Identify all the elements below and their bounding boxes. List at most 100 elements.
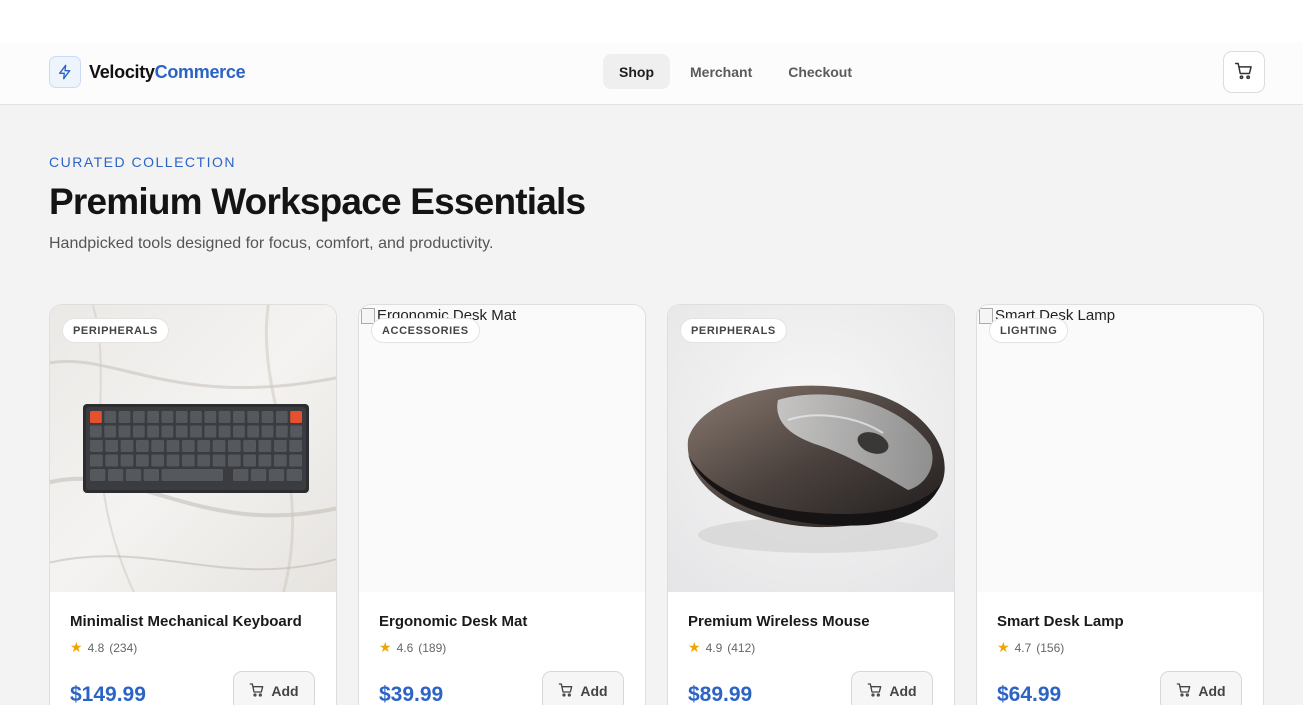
star-icon: ★ bbox=[70, 639, 83, 655]
brand-logo[interactable]: VelocityCommerce bbox=[49, 56, 246, 88]
product-image[interactable]: Smart Desk Lamp LIGHTING bbox=[977, 305, 1263, 592]
keyboard-key bbox=[273, 454, 287, 467]
review-count: (189) bbox=[418, 640, 447, 655]
review-count: (412) bbox=[727, 640, 756, 655]
brand-name-part1: Velocity bbox=[89, 61, 155, 82]
page-title: Premium Workspace Essentials bbox=[49, 181, 586, 222]
main-content: CURATED COLLECTION Premium Workspace Ess… bbox=[0, 105, 1303, 705]
category-badge: PERIPHERALS bbox=[680, 318, 787, 343]
keyboard-key bbox=[175, 411, 188, 423]
nav-checkout[interactable]: Checkout bbox=[772, 54, 868, 89]
review-count: (234) bbox=[109, 640, 138, 655]
keyboard-key bbox=[289, 454, 302, 467]
keyboard-key bbox=[212, 454, 226, 467]
add-button-label: Add bbox=[580, 683, 608, 699]
keyboard-key bbox=[132, 411, 145, 423]
rating-value: 4.8 bbox=[87, 640, 105, 655]
keyboard-key bbox=[147, 425, 159, 438]
keyboard-key bbox=[212, 440, 226, 452]
keyboard-key bbox=[289, 440, 302, 452]
cart-icon bbox=[558, 682, 574, 701]
keyboard-key bbox=[233, 469, 249, 481]
rating-value: 4.9 bbox=[705, 640, 723, 655]
add-to-cart-button[interactable]: Add bbox=[542, 671, 624, 705]
keyboard-key bbox=[218, 425, 231, 438]
top-spacer bbox=[0, 0, 1303, 43]
product-card[interactable]: PERIPHERALS Minimalist Mechanical Keyboa… bbox=[49, 304, 337, 705]
product-rating: ★ 4.9 (412) bbox=[688, 639, 933, 656]
keyboard-key bbox=[227, 454, 241, 467]
product-card[interactable]: PERIPHERALS Premium Wireless Mouse ★ 4.9… bbox=[667, 304, 955, 705]
nav-shop[interactable]: Shop bbox=[603, 54, 670, 89]
add-to-cart-button[interactable]: Add bbox=[851, 671, 933, 705]
main-nav: Shop Merchant Checkout bbox=[603, 54, 868, 89]
keyboard-key bbox=[204, 425, 217, 438]
keyboard-key bbox=[118, 425, 131, 438]
add-button-label: Add bbox=[1198, 683, 1226, 699]
keyboard-key bbox=[268, 469, 285, 481]
cart-icon bbox=[1176, 682, 1192, 701]
product-grid: PERIPHERALS Minimalist Mechanical Keyboa… bbox=[49, 304, 1264, 705]
keyboard-key bbox=[120, 454, 134, 467]
cart-icon bbox=[867, 682, 883, 701]
product-rating: ★ 4.7 (156) bbox=[997, 639, 1242, 656]
keyboard-key bbox=[151, 440, 165, 452]
keyboard-key bbox=[243, 454, 256, 467]
add-button-label: Add bbox=[889, 683, 917, 699]
nav-merchant[interactable]: Merchant bbox=[674, 54, 768, 89]
product-card[interactable]: Smart Desk Lamp LIGHTING Smart Desk Lamp… bbox=[976, 304, 1264, 705]
add-to-cart-button[interactable]: Add bbox=[233, 671, 315, 705]
keyboard-key bbox=[90, 469, 106, 481]
add-to-cart-button[interactable]: Add bbox=[1160, 671, 1242, 705]
keyboard-key bbox=[136, 454, 149, 467]
keyboard-key bbox=[261, 425, 274, 438]
keyboard-key bbox=[197, 454, 211, 467]
mouse-image bbox=[668, 305, 954, 592]
product-name[interactable]: Premium Wireless Mouse bbox=[688, 613, 933, 630]
keyboard-key bbox=[181, 454, 195, 467]
keyboard-key bbox=[166, 440, 180, 452]
keyboard-key bbox=[90, 425, 102, 438]
cart-button[interactable] bbox=[1223, 51, 1265, 93]
category-badge: LIGHTING bbox=[989, 318, 1069, 343]
cart-icon bbox=[1234, 61, 1254, 84]
rating-value: 4.6 bbox=[396, 640, 414, 655]
product-image[interactable]: PERIPHERALS bbox=[50, 305, 336, 592]
keyboard-key bbox=[161, 411, 174, 423]
keyboard-key bbox=[275, 411, 288, 423]
keyboard-key bbox=[197, 440, 211, 452]
keyboard-key bbox=[258, 454, 272, 467]
product-rating: ★ 4.6 (189) bbox=[379, 639, 624, 656]
lightning-icon bbox=[49, 56, 81, 88]
product-name[interactable]: Smart Desk Lamp bbox=[997, 613, 1242, 630]
broken-image-icon bbox=[361, 307, 375, 324]
keyboard-key bbox=[90, 454, 103, 467]
category-badge: PERIPHERALS bbox=[62, 318, 169, 343]
product-image[interactable]: PERIPHERALS bbox=[668, 305, 954, 592]
keyboard-key bbox=[250, 469, 267, 481]
keyboard-key bbox=[166, 454, 180, 467]
product-name[interactable]: Ergonomic Desk Mat bbox=[379, 613, 624, 630]
keyboard-key bbox=[190, 411, 202, 423]
keyboard-key bbox=[143, 469, 159, 481]
keyboard-key bbox=[290, 425, 302, 438]
star-icon: ★ bbox=[997, 639, 1010, 655]
keyboard-key bbox=[286, 469, 302, 481]
product-card[interactable]: Ergonomic Desk Mat ACCESSORIES Ergonomic… bbox=[358, 304, 646, 705]
keyboard-key bbox=[233, 425, 245, 438]
keyboard-key bbox=[261, 411, 274, 423]
rating-value: 4.7 bbox=[1014, 640, 1032, 655]
keyboard-key bbox=[90, 440, 103, 452]
keyboard-key bbox=[136, 440, 149, 452]
product-name[interactable]: Minimalist Mechanical Keyboard bbox=[70, 613, 315, 630]
keyboard-key bbox=[118, 411, 131, 423]
product-price: $149.99 bbox=[70, 683, 146, 705]
keyboard-key bbox=[247, 425, 260, 438]
keyboard-key bbox=[151, 454, 165, 467]
cart-icon bbox=[249, 682, 265, 701]
keyboard-key bbox=[227, 440, 241, 452]
keyboard-key bbox=[105, 454, 119, 467]
keyboard-key bbox=[120, 440, 134, 452]
keyboard-key bbox=[132, 425, 145, 438]
product-image[interactable]: Ergonomic Desk Mat ACCESSORIES bbox=[359, 305, 645, 592]
